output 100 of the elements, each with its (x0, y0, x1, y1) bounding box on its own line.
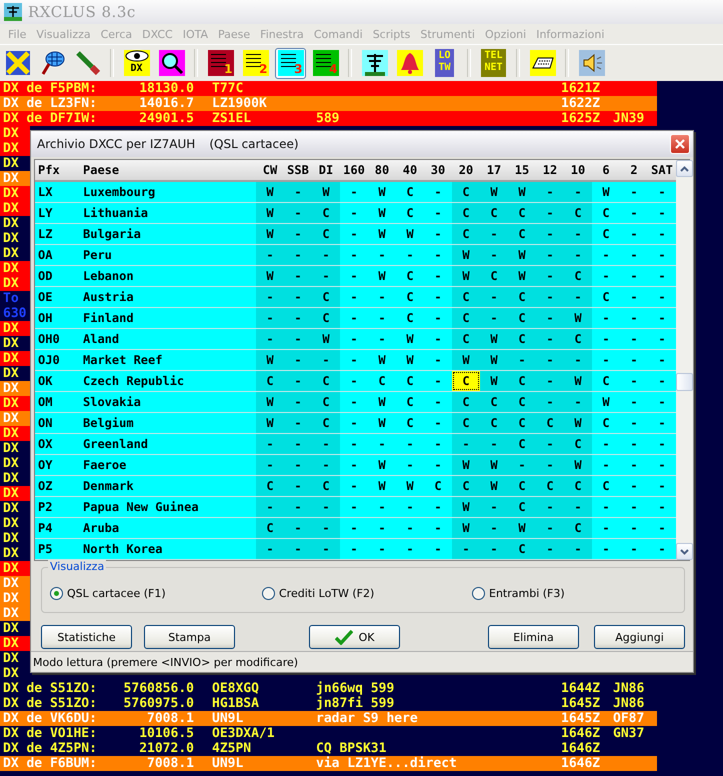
band-cell[interactable]: C (592, 287, 620, 307)
band-cell[interactable]: W (508, 245, 536, 265)
prefix-cell[interactable]: OJ0 (35, 350, 79, 370)
country-cell[interactable]: Belgium (79, 413, 256, 433)
band-cell[interactable]: - (564, 245, 592, 265)
band-cell[interactable]: C (508, 497, 536, 517)
radio-button[interactable] (262, 586, 275, 600)
column-header[interactable]: DI (312, 160, 340, 180)
column-header[interactable]: SSB (284, 160, 312, 180)
band-cell[interactable]: C (592, 203, 620, 223)
band-cell[interactable]: - (592, 266, 620, 286)
band-cell[interactable]: - (536, 308, 564, 328)
band-cell[interactable]: - (396, 455, 424, 475)
band-cell[interactable]: - (592, 350, 620, 370)
band-cell[interactable]: - (648, 371, 676, 391)
prefix-cell[interactable]: OD (35, 266, 79, 286)
band-cell[interactable]: W (368, 476, 396, 496)
band-cell[interactable]: C (508, 392, 536, 412)
column-header[interactable]: 10 (564, 160, 592, 180)
band-cell[interactable]: - (648, 329, 676, 349)
band-cell[interactable]: - (284, 518, 312, 538)
column-header[interactable]: 80 (368, 160, 396, 180)
band-cell[interactable]: - (620, 224, 648, 244)
band-cell[interactable]: - (508, 455, 536, 475)
band-cell[interactable]: W (452, 518, 480, 538)
band-cell[interactable]: - (340, 287, 368, 307)
band-cell[interactable]: - (340, 476, 368, 496)
band-cell[interactable]: - (424, 203, 452, 223)
radio-option[interactable]: Crediti LoTW (F2) (262, 586, 472, 600)
band-cell[interactable]: - (312, 455, 340, 475)
prefix-cell[interactable]: P4 (35, 518, 79, 538)
band-cell[interactable]: C (564, 434, 592, 454)
band-cell[interactable]: - (284, 392, 312, 412)
radio-option[interactable]: QSL cartacee (F1) (50, 586, 262, 600)
band-cell[interactable]: W (480, 182, 508, 202)
column-header[interactable]: 12 (536, 160, 564, 180)
band-cell[interactable]: C (312, 308, 340, 328)
band-cell[interactable]: W (480, 329, 508, 349)
band-cell[interactable]: W (256, 224, 284, 244)
band-cell[interactable]: C (396, 266, 424, 286)
band-cell[interactable]: - (648, 224, 676, 244)
band-cell[interactable]: - (648, 182, 676, 202)
country-cell[interactable]: Greenland (79, 434, 256, 454)
band-cell[interactable]: - (340, 392, 368, 412)
band-cell[interactable]: - (284, 497, 312, 517)
band-cell[interactable]: - (620, 266, 648, 286)
band-cell[interactable]: - (284, 287, 312, 307)
band-cell[interactable]: C (256, 476, 284, 496)
close-button[interactable] (670, 134, 690, 154)
scroll-up-button[interactable] (676, 160, 693, 177)
band-cell[interactable]: W (368, 182, 396, 202)
band-cell[interactable]: W (564, 371, 592, 391)
band-cell[interactable]: - (592, 497, 620, 517)
band-cell[interactable]: - (620, 476, 648, 496)
band-cell[interactable]: - (536, 182, 564, 202)
band-cell[interactable]: - (620, 245, 648, 265)
band-cell[interactable]: C (312, 392, 340, 412)
scroll-down-button[interactable] (676, 543, 693, 560)
band-cell[interactable]: - (536, 350, 564, 370)
toolbar-button[interactable]: LOTW (429, 48, 460, 78)
band-cell[interactable]: - (648, 455, 676, 475)
band-cell[interactable]: - (480, 539, 508, 559)
band-cell[interactable]: - (480, 224, 508, 244)
prefix-cell[interactable]: LX (35, 182, 79, 202)
band-cell[interactable]: C (452, 413, 480, 433)
band-cell[interactable]: - (648, 392, 676, 412)
prefix-cell[interactable]: OK (35, 371, 79, 391)
band-cell[interactable]: - (256, 434, 284, 454)
band-cell[interactable]: W (256, 182, 284, 202)
country-cell[interactable]: Finland (79, 308, 256, 328)
band-cell[interactable]: - (340, 371, 368, 391)
band-cell[interactable]: - (620, 182, 648, 202)
band-cell[interactable]: - (592, 329, 620, 349)
band-cell[interactable]: W (312, 182, 340, 202)
band-cell[interactable]: C (312, 287, 340, 307)
band-cell[interactable]: W (508, 266, 536, 286)
dialog-button[interactable]: Stampa (144, 625, 235, 649)
band-cell[interactable]: C (312, 203, 340, 223)
band-cell[interactable]: - (284, 455, 312, 475)
toolbar-button[interactable] (359, 48, 390, 78)
band-cell[interactable]: - (592, 455, 620, 475)
band-cell[interactable]: - (424, 413, 452, 433)
band-cell[interactable]: C (396, 287, 424, 307)
band-cell[interactable]: - (536, 392, 564, 412)
band-cell[interactable]: - (312, 350, 340, 370)
band-cell[interactable]: - (340, 434, 368, 454)
band-cell[interactable]: - (256, 455, 284, 475)
band-cell[interactable]: - (312, 518, 340, 538)
band-cell[interactable]: - (536, 329, 564, 349)
band-cell[interactable]: C (424, 476, 452, 496)
toolbar-button[interactable] (527, 48, 558, 78)
band-cell[interactable]: W (508, 182, 536, 202)
band-cell[interactable]: C (452, 371, 480, 391)
band-cell[interactable]: - (396, 539, 424, 559)
band-cell[interactable]: C (564, 266, 592, 286)
prefix-cell[interactable]: LY (35, 203, 79, 223)
country-cell[interactable]: Market Reef (79, 350, 256, 370)
band-cell[interactable]: - (536, 497, 564, 517)
band-cell[interactable]: - (424, 455, 452, 475)
band-cell[interactable]: W (452, 455, 480, 475)
